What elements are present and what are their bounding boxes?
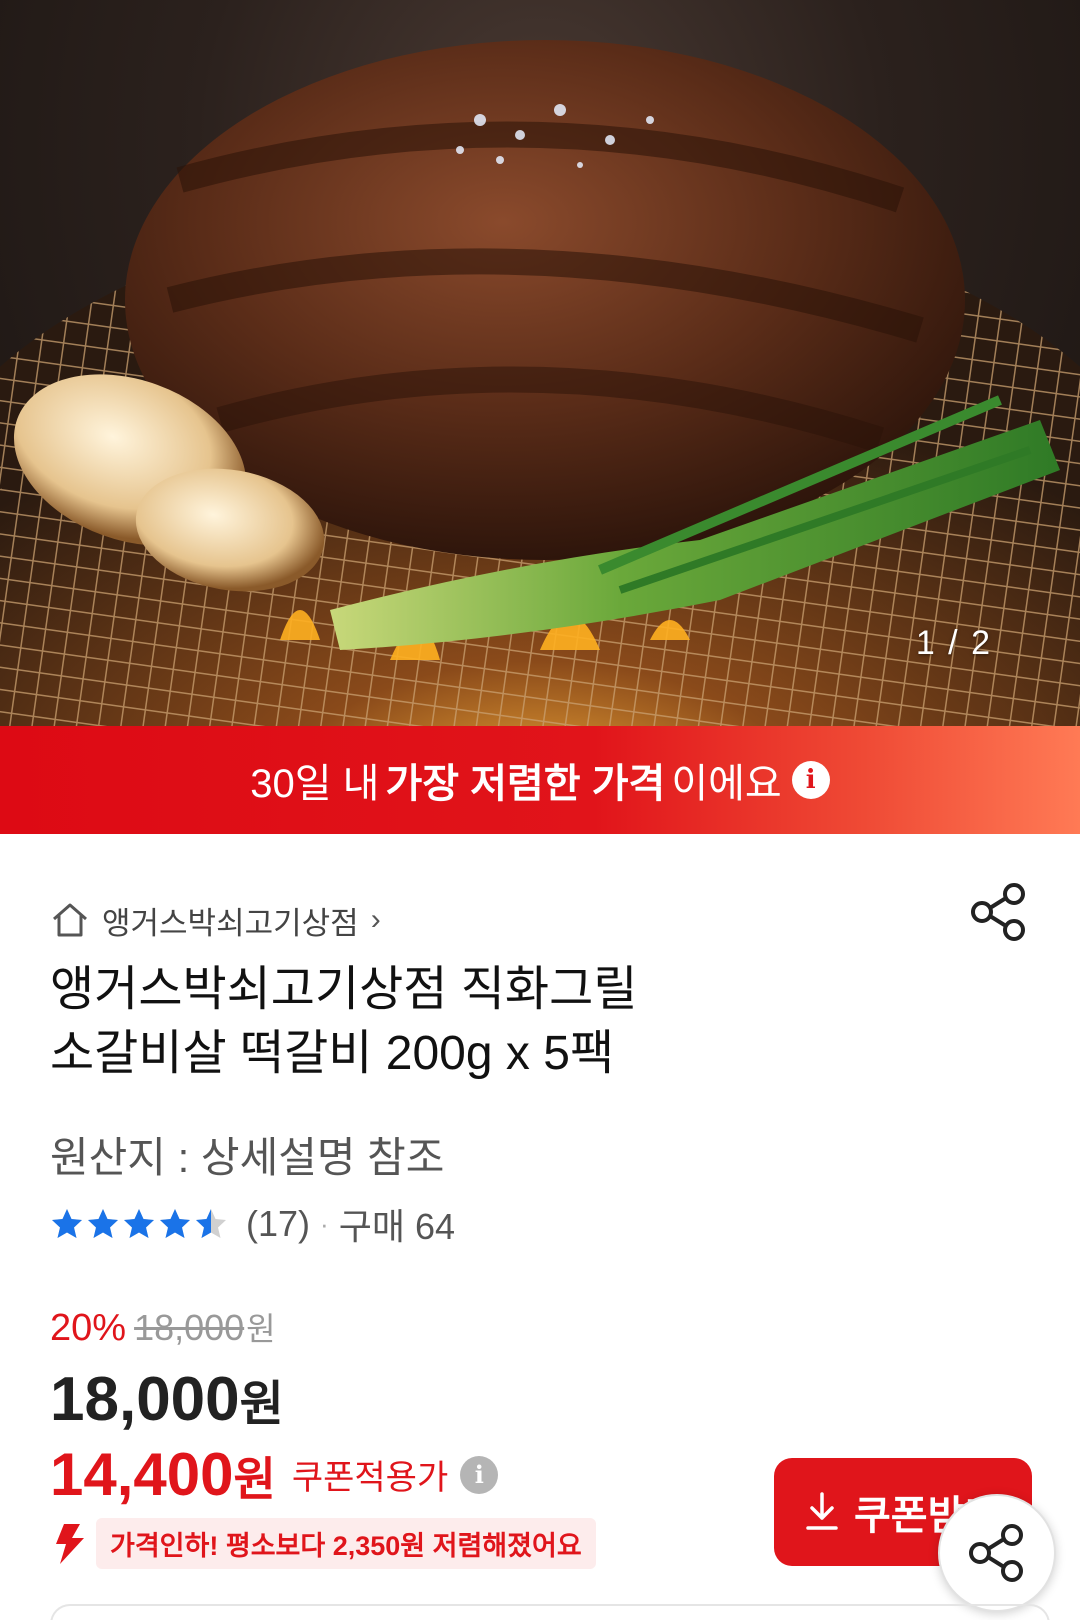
origin-info: 원산지 : 상세설명 참조 (50, 1134, 445, 1181)
price-drop-text: 가격인하! 평소보다 2,350원 저렴해졌어요 (96, 1518, 596, 1569)
promo-highlight: 가장 저렴한 가격 (385, 762, 666, 806)
separator: · (320, 1208, 329, 1239)
price-drop-notice: 가격인하! 평소보다 2,350원 저렴해졌어요 (50, 1518, 596, 1569)
coupon-price-label: 쿠폰적용가 (291, 1459, 449, 1497)
coupon-price-unit: 원 (233, 1453, 276, 1505)
product-image[interactable]: 1 / 2 (0, 0, 1080, 726)
coupon-price-value: 14,400 (50, 1441, 234, 1508)
promo-suffix: 이에요 (671, 762, 782, 806)
original-price-unit: 원 (246, 1311, 276, 1347)
lowest-price-banner[interactable]: 30일 내 가장 저렴한 가격 이에요 i (0, 726, 1080, 834)
product-title: 앵거스박쇠고기상점 직화그릴 소갈비살 떡갈비 200g x 5팩 (50, 958, 850, 1086)
star-icon (196, 1209, 226, 1238)
shop-link[interactable]: 앵거스박쇠고기상점 › (50, 898, 381, 942)
sale-price: 18,000원 (50, 1364, 284, 1435)
original-price: 18,000 (134, 1307, 245, 1348)
discount-row: 20% 18,000 원 (50, 1304, 276, 1350)
coupon-price: 14,400원 (50, 1440, 276, 1509)
star-icon (160, 1209, 190, 1238)
product-photo-illustration (0, 40, 1080, 726)
home-icon (53, 903, 87, 937)
share-icon (969, 1524, 1023, 1582)
purchase-count: 구매 64 (338, 1206, 455, 1247)
promo-prefix: 30일 내 (250, 762, 380, 806)
sale-price-unit: 원 (239, 1378, 284, 1431)
sale-price-value: 18,000 (50, 1365, 240, 1434)
coupon-price-row: 14,400원 쿠폰적용가 i (50, 1440, 499, 1509)
product-title-line1: 앵거스박쇠고기상점 직화그릴 (50, 963, 638, 1016)
price-drop-arrow-icon (56, 1523, 84, 1564)
floating-share-button[interactable] (938, 1494, 1056, 1612)
chevron-right-icon: › (370, 903, 381, 936)
next-section-card (50, 1604, 1050, 1620)
product-title-line2: 소갈비살 떡갈비 200g x 5팩 (50, 1027, 615, 1080)
download-icon (806, 1492, 838, 1530)
star-icon (88, 1209, 118, 1238)
star-icon (124, 1209, 154, 1238)
rating-row[interactable]: (17) · 구매 64 (50, 1202, 455, 1247)
image-counter: 1 / 2 (915, 624, 992, 662)
discount-rate: 20% (50, 1307, 127, 1349)
star-rating (50, 1207, 230, 1241)
coupon-info-icon[interactable]: i (460, 1455, 499, 1494)
shop-name: 앵거스박쇠고기상점 (102, 905, 359, 941)
review-count[interactable]: (17) (246, 1203, 310, 1245)
info-icon[interactable]: i (791, 761, 830, 799)
share-icon[interactable] (970, 882, 1028, 942)
star-icon (52, 1209, 82, 1238)
